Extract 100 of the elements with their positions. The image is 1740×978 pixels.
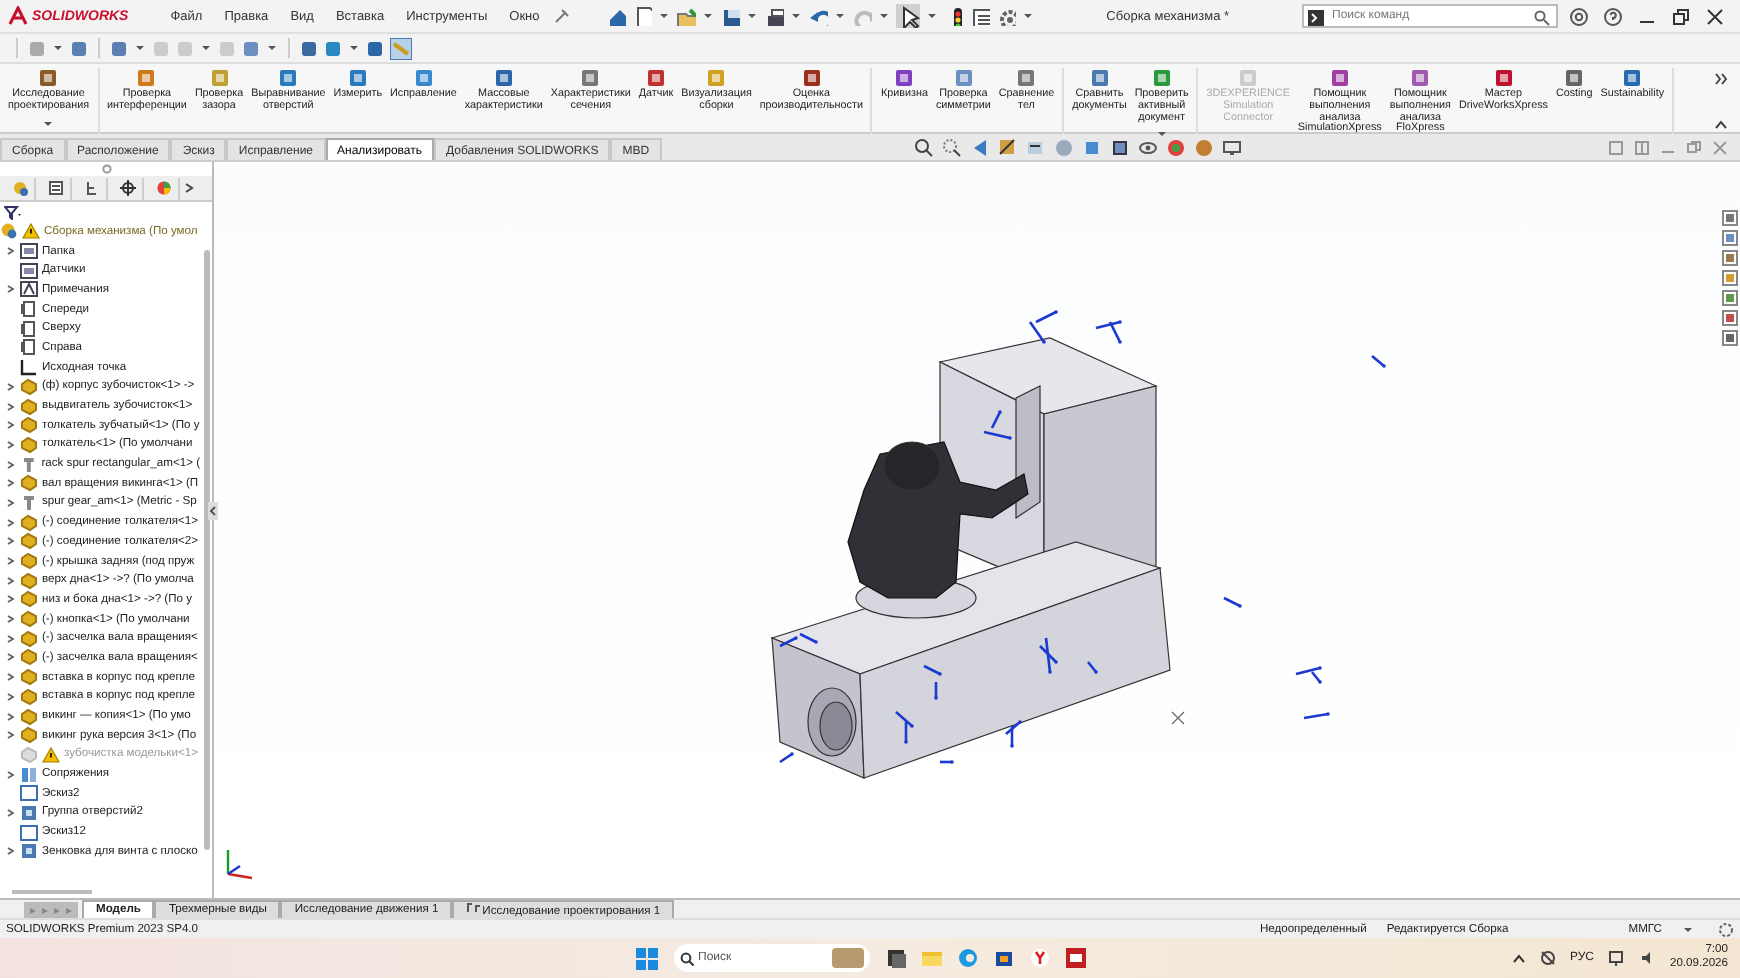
home-icon[interactable] xyxy=(605,6,626,26)
caret-icon[interactable] xyxy=(52,42,64,54)
caret-icon[interactable] xyxy=(42,117,55,130)
view-palette-icon[interactable] xyxy=(1722,290,1738,306)
view-tool-icon[interactable] xyxy=(110,39,128,57)
undo-icon[interactable] xyxy=(807,6,828,26)
caret-icon[interactable] xyxy=(877,10,890,22)
tool-icon xyxy=(1410,68,1431,88)
command-prompt-icon xyxy=(1308,10,1324,26)
windows-start-icon[interactable] xyxy=(636,947,658,969)
horizontal-scrollbar[interactable] xyxy=(12,889,92,893)
caret-icon[interactable] xyxy=(134,42,146,54)
collapse-handle-icon[interactable] xyxy=(208,502,218,520)
tool-icon xyxy=(38,68,59,88)
custom-properties-icon[interactable] xyxy=(1722,330,1738,346)
app-icon[interactable] xyxy=(1066,948,1086,968)
coordinate-triad-icon xyxy=(226,850,253,880)
tool-icon xyxy=(209,68,230,88)
logo-icon xyxy=(8,6,28,26)
display-manager-icon[interactable] xyxy=(155,180,171,196)
appearances-icon[interactable] xyxy=(1722,310,1738,326)
view-orientation-icon[interactable] xyxy=(1081,137,1102,157)
hide-show-icon[interactable] xyxy=(1137,137,1158,157)
pin-icon[interactable] xyxy=(553,8,570,24)
collapse-icon[interactable] xyxy=(1714,118,1728,132)
tool-icon xyxy=(580,68,601,88)
file-explorer-icon[interactable] xyxy=(1722,270,1738,286)
home-panel-icon[interactable] xyxy=(1722,210,1738,226)
assembly-icon[interactable] xyxy=(11,180,27,196)
section-view-icon[interactable] xyxy=(997,137,1018,157)
resources-icon[interactable] xyxy=(1722,230,1738,246)
open-folder-icon[interactable] xyxy=(675,6,696,26)
browser-icon[interactable] xyxy=(958,948,978,968)
help-icon[interactable] xyxy=(1604,7,1622,25)
plane-icon xyxy=(20,319,38,338)
tile-icon[interactable] xyxy=(1608,139,1624,155)
crosshair-icon[interactable] xyxy=(119,180,135,196)
mates-icon xyxy=(20,765,38,784)
sketch-icon xyxy=(20,823,38,842)
tool-icon xyxy=(1329,68,1350,88)
tool-icon xyxy=(646,68,666,88)
chevron-right-icon[interactable] xyxy=(1714,72,1728,86)
chevron-up-icon[interactable] xyxy=(1511,953,1526,963)
appearance-icon[interactable] xyxy=(1165,137,1186,157)
caret-icon[interactable] xyxy=(348,42,360,54)
panel-grip-icon[interactable] xyxy=(101,164,111,174)
display-icon[interactable] xyxy=(1607,950,1626,966)
caret-icon[interactable] xyxy=(789,10,802,22)
assembly-icon xyxy=(0,222,18,241)
tool-icon xyxy=(1151,68,1172,88)
tool-icon xyxy=(347,68,368,88)
tool-icon xyxy=(1089,68,1110,88)
caret-icon[interactable] xyxy=(200,42,212,54)
tool-icon xyxy=(1238,68,1259,88)
caret-icon[interactable] xyxy=(925,10,938,22)
view-tool-icon[interactable] xyxy=(70,39,88,57)
caret-icon[interactable] xyxy=(266,42,278,54)
close-icon[interactable] xyxy=(1706,7,1724,25)
sketch-icon xyxy=(20,784,38,803)
pointer-icon[interactable] xyxy=(895,4,920,28)
restore-icon[interactable] xyxy=(1672,7,1690,25)
caret-icon[interactable] xyxy=(745,10,758,22)
dynamic-annotation-icon[interactable] xyxy=(1025,137,1046,157)
chevron-right-icon[interactable] xyxy=(184,182,194,194)
task-view-icon[interactable] xyxy=(886,948,906,968)
tool-icon xyxy=(278,68,299,88)
panel-icon[interactable] xyxy=(969,6,990,26)
new-document-icon[interactable] xyxy=(631,6,652,26)
caret-icon[interactable] xyxy=(833,10,846,22)
feature-icon xyxy=(20,803,38,822)
caret-icon[interactable] xyxy=(1021,10,1034,22)
print-icon[interactable] xyxy=(763,6,784,26)
tool-icon xyxy=(894,68,915,88)
design-library-icon[interactable] xyxy=(1722,250,1738,266)
tool-icon xyxy=(801,68,822,88)
property-list-icon[interactable] xyxy=(47,180,63,196)
network-icon[interactable] xyxy=(1539,950,1556,966)
view-settings-icon[interactable] xyxy=(1221,137,1242,157)
speaker-icon[interactable] xyxy=(1639,950,1656,966)
zoom-area-icon[interactable] xyxy=(941,137,962,157)
configuration-icon[interactable] xyxy=(83,180,99,196)
status-settings-icon[interactable] xyxy=(1718,921,1734,937)
save-icon[interactable] xyxy=(719,6,740,26)
caret-icon[interactable] xyxy=(701,10,714,22)
display-style-icon[interactable] xyxy=(1109,137,1130,157)
sketch-tool-icon[interactable] xyxy=(390,37,412,59)
store-icon[interactable] xyxy=(994,948,1014,968)
caret-icon[interactable] xyxy=(657,10,670,22)
zoom-fit-icon[interactable] xyxy=(913,137,934,157)
tool-icon xyxy=(1016,68,1037,88)
gear-icon[interactable] xyxy=(995,6,1016,26)
vertical-scrollbar[interactable] xyxy=(204,250,210,850)
photo-placeholder xyxy=(832,948,864,968)
view-tool-icon[interactable] xyxy=(366,39,384,57)
scene-icon[interactable] xyxy=(1193,137,1214,157)
filter-icon[interactable] xyxy=(4,205,22,219)
tool-icon xyxy=(953,68,974,88)
user-icon[interactable] xyxy=(1570,7,1588,25)
caret-icon[interactable] xyxy=(1155,128,1168,141)
plane-icon xyxy=(20,300,38,319)
